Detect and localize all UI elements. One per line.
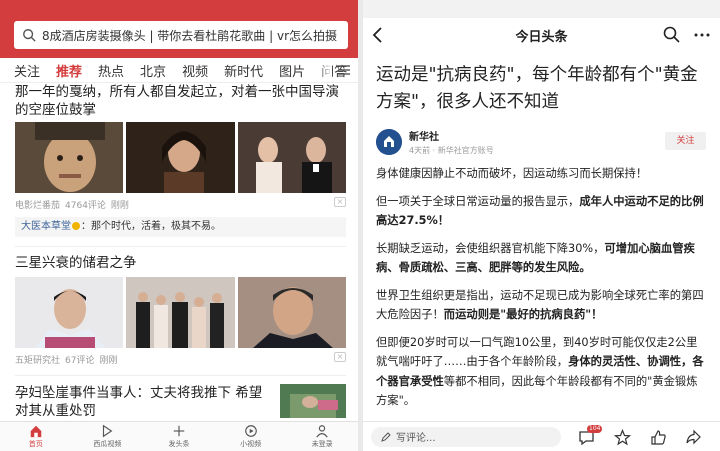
news-comments: 4764评论 [65, 201, 106, 211]
pencil-icon [381, 431, 391, 442]
divider [15, 375, 346, 376]
news-meta: 电影烂番茄 4764评论 刚刚 × [15, 197, 346, 211]
news-comments: 67评论 [65, 356, 95, 366]
small-video-icon [244, 425, 257, 437]
plus-icon [173, 425, 185, 437]
nav-label: 首页 [28, 440, 43, 448]
news-thumbnail[interactable] [280, 384, 346, 418]
news-time: 刚刚 [110, 201, 129, 211]
paragraph-text: 长期缺乏运动，会使组织器官机能下降30%， [376, 241, 605, 255]
nav-account[interactable]: 未登录 [286, 422, 358, 451]
news-time: 刚刚 [99, 356, 118, 366]
paragraph: 世界卫生组织更是指出，运动不足现已成为影响全球死亡率的第四大危险因子！而运动则是… [376, 286, 706, 325]
more-icon[interactable] [694, 32, 710, 38]
news-images [15, 277, 346, 348]
tab-video[interactable]: 视频 [182, 61, 208, 80]
comment-text: ：那个时代，活着，极其不易。 [81, 221, 221, 232]
back-arrow-icon[interactable] [371, 26, 385, 44]
news-title[interactable]: 三星兴衰的储君之争 [15, 254, 346, 272]
news-feed: 那一年的戛纳，所有人都自发起立，对着一张中国导演的空座位鼓掌 电影烂番茄 476… [0, 83, 358, 420]
news-thumbnail[interactable] [126, 122, 235, 193]
paragraph-text: 身体健康因静止不动而破坏，因运动练习而长期保持！ [376, 167, 648, 180]
home-icon [30, 425, 42, 438]
tab-beijing[interactable]: 北京 [140, 61, 166, 80]
paragraph: 长期缺乏运动，会使组织器官机能下降30%，可增加心脑血管疾病、骨质疏松、三高、肥… [376, 239, 706, 278]
tab-pictures[interactable]: 图片 [279, 61, 305, 80]
follow-button[interactable]: 关注 [665, 132, 706, 150]
paragraph: 但一项关于全球日常运动量的报告显示，成年人中运动不足的比例高达27.5%！ [376, 192, 706, 231]
nav-label: 小视频 [240, 440, 262, 448]
author-row: 新华社 4天前 · 新华社官方账号 关注 [363, 116, 720, 156]
nav-label: 未登录 [311, 440, 333, 448]
share-icon[interactable] [685, 429, 702, 446]
paragraph: 身体健康因静止不动而破坏，因运动练习而长期保持！ [376, 164, 706, 184]
tabs-fade [318, 58, 332, 82]
article-action-bar: 写评论... 104 [363, 421, 720, 451]
dismiss-icon[interactable]: × [334, 197, 346, 207]
nav-xigua-video[interactable]: 西瓜视频 [72, 422, 144, 451]
verified-icon [72, 222, 80, 230]
author-avatar[interactable] [376, 129, 402, 155]
search-icon[interactable] [663, 26, 680, 43]
news-meta: 五矩研究社 67评论 刚刚 × [15, 352, 346, 366]
comment-placeholder: 写评论... [396, 433, 436, 444]
star-icon[interactable] [614, 429, 631, 446]
tab-hot[interactable]: 热点 [98, 61, 124, 80]
author-name[interactable]: 新华社 [409, 128, 494, 143]
news-thumbnail[interactable] [237, 122, 346, 193]
article-body: 身体健康因静止不动而破坏，因运动练习而长期保持！ 但一项关于全球日常运动量的报告… [363, 156, 720, 411]
paragraph-bold: 而运动则是"最好的抗病良药"！ [443, 308, 603, 321]
comment-count-badge: 104 [587, 425, 603, 433]
news-title[interactable]: 孕妇坠崖事件当事人：丈夫将我推下 希望对其从重处罚 [15, 384, 272, 420]
comment-author[interactable]: 大医本草堂 [21, 221, 71, 232]
divider [15, 246, 346, 247]
author-info: 新华社 4天前 · 新华社官方账号 [409, 128, 494, 156]
user-icon [316, 425, 328, 438]
nav-label: 西瓜视频 [93, 440, 122, 448]
search-icon [23, 29, 36, 42]
header-title: 今日头条 [515, 29, 568, 45]
nav-label: 发头条 [168, 440, 190, 448]
nav-home[interactable]: 首页 [0, 422, 72, 451]
news-title[interactable]: 那一年的戛纳，所有人都自发起立，对着一张中国导演的空座位鼓掌 [15, 83, 346, 119]
search-placeholder: 8成酒店房装摄像头 | 带你去看杜鹃花歌曲 | vr怎么拍摄 [42, 28, 338, 43]
article-title: 运动是"抗病良药"，每个年龄都有个"黄金方案"，很多人还不知道 [376, 65, 698, 112]
paragraph-text: 但一项关于全球日常运动量的报告显示， [376, 194, 580, 208]
tab-follow[interactable]: 关注 [14, 61, 40, 80]
nav-small-video[interactable]: 小视频 [215, 422, 287, 451]
news-source[interactable]: 电影烂番茄 [15, 198, 60, 211]
news-thumbnail[interactable] [15, 277, 124, 348]
right-article-pane: 今日头条 运动是"抗病良药"，每个年龄都有个"黄金方案"，很多人还不知道 新华社… [363, 0, 720, 451]
tab-recommend[interactable]: 推荐 [56, 61, 82, 80]
nav-post[interactable]: 发头条 [143, 422, 215, 451]
like-icon[interactable] [650, 429, 667, 446]
tab-new-era[interactable]: 新时代 [224, 61, 263, 80]
news-thumbnail[interactable] [15, 122, 124, 193]
channel-menu-icon[interactable] [336, 62, 352, 78]
news-thumbnail[interactable] [126, 277, 235, 348]
dismiss-icon[interactable]: × [334, 352, 346, 362]
author-subtitle: 4天前 · 新华社官方账号 [409, 146, 494, 155]
left-app-pane: 8成酒店房装摄像头 | 带你去看杜鹃花歌曲 | vr怎么拍摄 关注 推荐 热点 … [0, 0, 358, 451]
paragraph: 但即便20岁时可以一口气跑10公里，到40岁时可能仅仅走2公里就气喘吁吁了……由… [376, 333, 706, 411]
featured-comment[interactable]: 大医本草堂 ：那个时代，活着，极其不易。 [15, 217, 346, 237]
news-item[interactable]: 三星兴衰的储君之争 五矩研究社 67评论 刚刚 × [15, 254, 346, 366]
top-search-bar: 8成酒店房装摄像头 | 带你去看杜鹃花歌曲 | vr怎么拍摄 [0, 0, 358, 58]
news-thumbnail[interactable] [237, 277, 346, 348]
status-bar [363, 0, 720, 18]
channel-tabs: 关注 推荐 热点 北京 视频 新时代 图片 问答 [0, 58, 358, 83]
comment-input[interactable]: 写评论... [371, 426, 561, 447]
news-images [15, 122, 346, 193]
news-item[interactable]: 孕妇坠崖事件当事人：丈夫将我推下 希望对其从重处罚 [15, 384, 346, 420]
article-header: 今日头条 [363, 18, 720, 52]
search-input[interactable]: 8成酒店房装摄像头 | 带你去看杜鹃花歌曲 | vr怎么拍摄 [14, 21, 348, 49]
bottom-nav: 首页 西瓜视频 发头条 小视频 未登录 [0, 421, 358, 451]
news-item[interactable]: 那一年的戛纳，所有人都自发起立，对着一张中国导演的空座位鼓掌 电影烂番茄 476… [15, 83, 346, 237]
news-source[interactable]: 五矩研究社 [15, 353, 60, 366]
play-icon [103, 424, 113, 438]
